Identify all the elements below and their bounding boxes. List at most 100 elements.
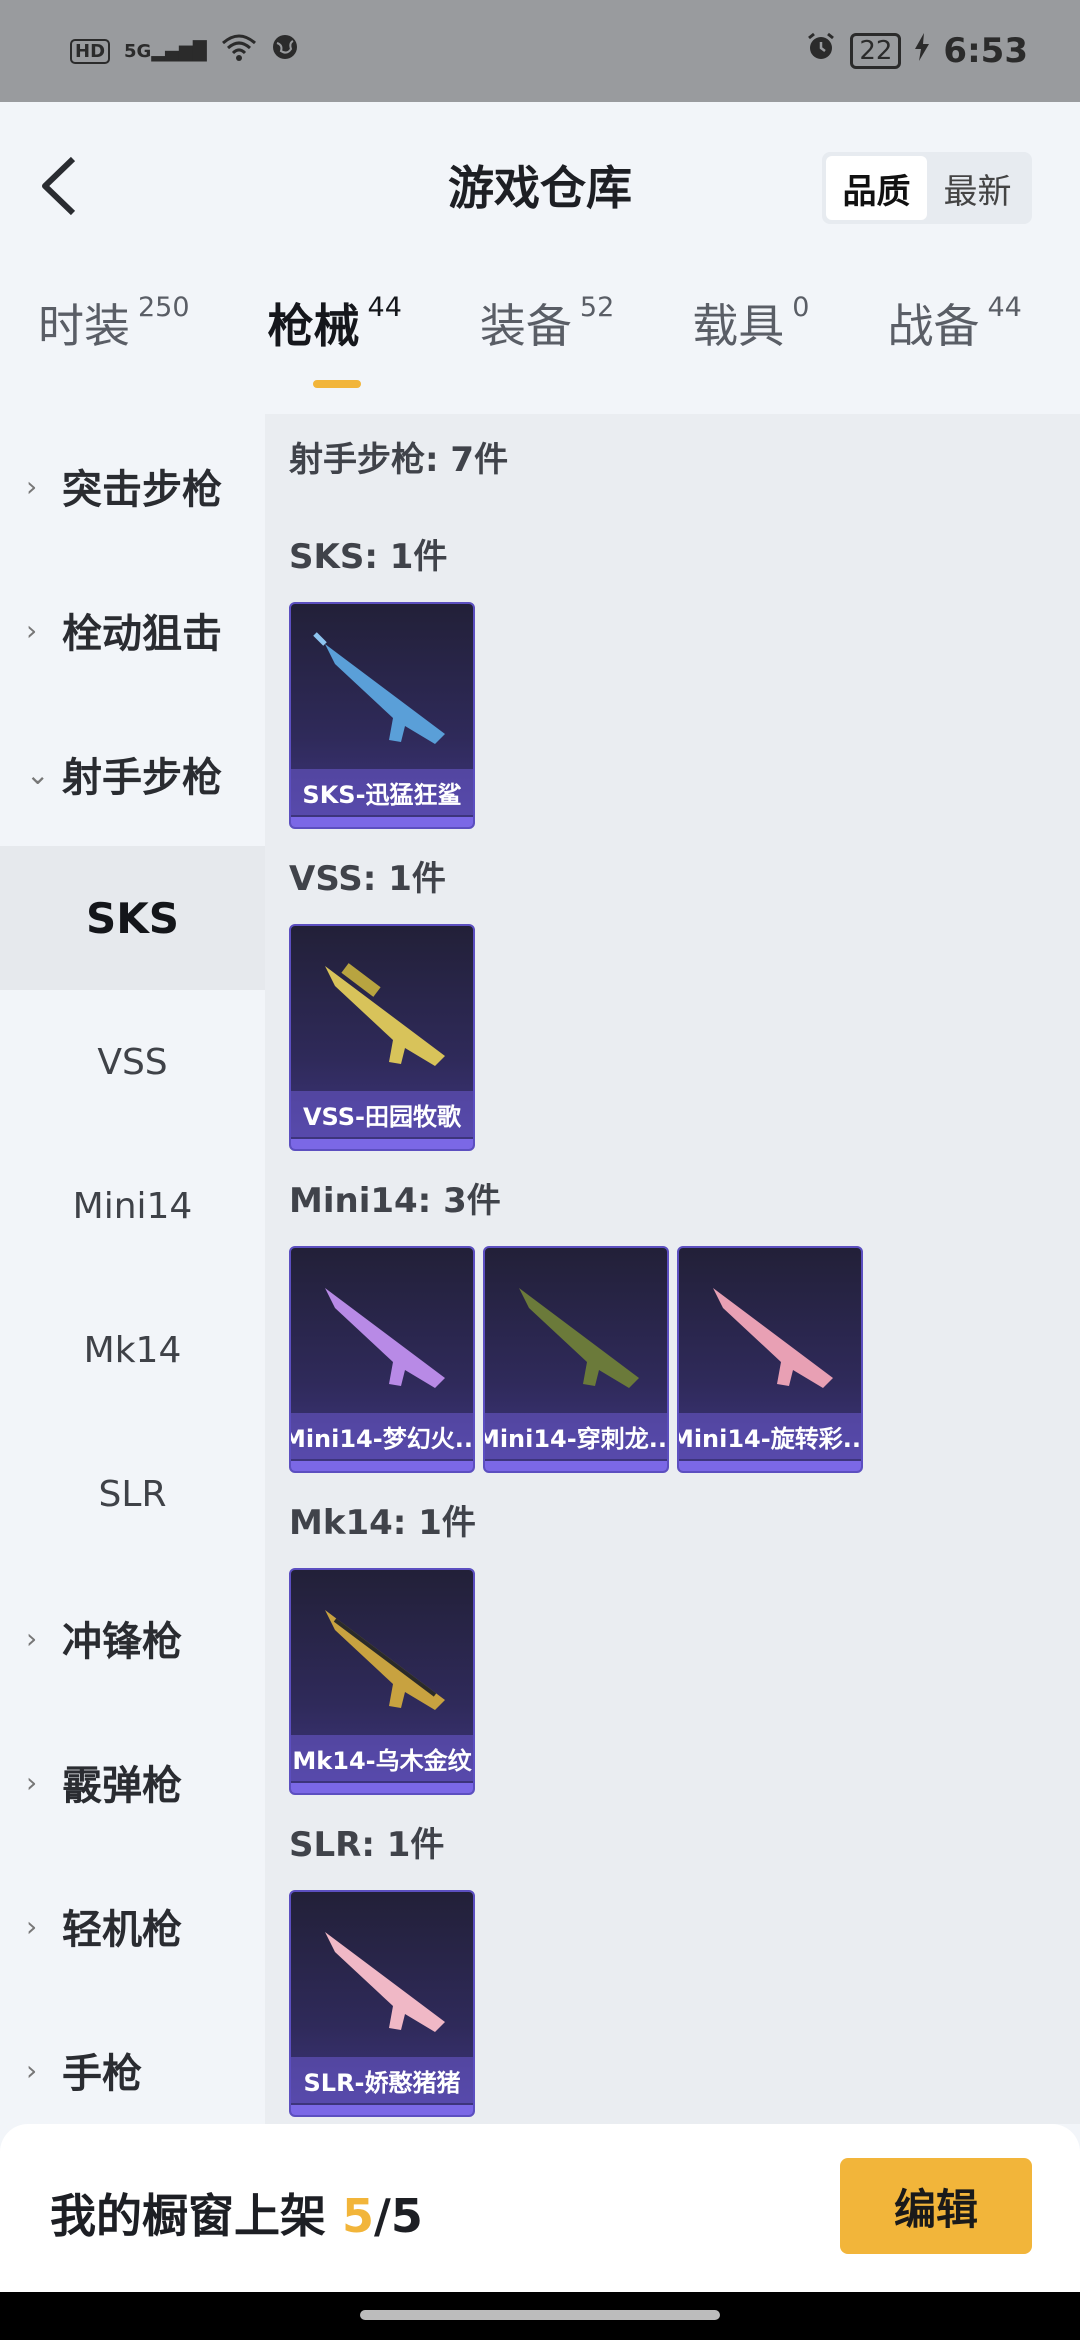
card-row: Mini14-梦幻火... Mini14-穿刺龙... Mini14-旋转彩..…	[289, 1246, 1080, 1473]
sidebar-item-pistol[interactable]: › 手枪	[0, 1998, 265, 2142]
weapon-skin-card[interactable]: VSS-田园牧歌	[289, 924, 475, 1151]
header: 游戏仓库 品质 最新	[0, 102, 1080, 272]
tab-vehicles[interactable]: 载具 0	[692, 290, 809, 356]
charging-icon	[915, 33, 930, 69]
sidebar-item-label: 手枪	[62, 2051, 142, 2097]
rifle-icon	[325, 1288, 445, 1388]
rifle-icon	[313, 632, 445, 744]
weapon-skin-card[interactable]: SKS-迅猛狂鲨	[289, 602, 475, 829]
signal-5g-icon: 5G▂▄▆█	[124, 40, 207, 62]
sidebar-subitem-mk14[interactable]: Mk14	[0, 1278, 265, 1422]
sidebar-subitem-sks[interactable]: SKS	[0, 846, 265, 990]
card-row: VSS-田园牧歌	[289, 924, 1080, 1151]
showcase-label: 我的橱窗上架	[50, 2189, 343, 2243]
sidebar-item-label: 轻机枪	[62, 1907, 182, 1953]
sidebar-subitem-vss[interactable]: VSS	[0, 990, 265, 1134]
chevron-right-icon: ›	[26, 2053, 38, 2087]
showcase-total: /5	[374, 2189, 423, 2243]
weapon-skin-card[interactable]: SLR-娇憨猪猪	[289, 1890, 475, 2117]
tab-label: 载具	[692, 299, 785, 353]
weapon-skin-name: Mini14-旋转彩...	[679, 1413, 861, 1459]
chevron-down-icon: ⌄	[26, 757, 50, 791]
weapon-skin-card[interactable]: Mini14-梦幻火...	[289, 1246, 475, 1473]
tab-label: 战备	[887, 299, 980, 353]
chevron-right-icon: ›	[26, 1909, 38, 1943]
group-title: Mk14: 1件	[289, 1503, 476, 1543]
tab-equipment[interactable]: 装备 52	[480, 290, 614, 356]
status-left: HD 5G▂▄▆█	[70, 33, 299, 69]
card-row: SLR-娇憨猪猪	[289, 1890, 1080, 2117]
hd-icon: HD	[70, 38, 111, 64]
globe-icon	[271, 33, 299, 69]
chevron-right-icon: ›	[26, 1621, 38, 1655]
sidebar-item-marksman-rifle[interactable]: ⌄ 射手步枪	[0, 702, 265, 846]
weapon-category-sidebar: › 突击步枪 › 栓动狙击 ⌄ 射手步枪 SKS VSS Mini14 Mk14…	[0, 414, 265, 2124]
weapon-skin-name: Mini14-穿刺龙...	[485, 1413, 667, 1459]
weapon-skin-card[interactable]: Mini14-旋转彩...	[677, 1246, 863, 1473]
tab-supplies[interactable]: 战备 44	[887, 290, 1021, 356]
group-title: Mini14: 3件	[289, 1181, 501, 1221]
weapon-skin-card[interactable]: Mk14-乌木金纹	[289, 1568, 475, 1795]
network-label: 5G	[124, 40, 152, 62]
sidebar-item-smg[interactable]: › 冲锋枪	[0, 1566, 265, 1710]
clock: 6:53	[943, 31, 1028, 71]
tab-count: 44	[987, 292, 1022, 323]
tab-count: 44	[367, 292, 402, 323]
alarm-icon	[806, 32, 836, 70]
tab-count: 52	[579, 292, 615, 323]
tab-fashion[interactable]: 时装 250	[38, 290, 190, 356]
weapon-skin-name: VSS-田园牧歌	[291, 1091, 473, 1137]
weapon-skin-name: Mk14-乌木金纹	[291, 1735, 473, 1781]
tab-label: 枪械	[267, 299, 360, 353]
tab-firearms[interactable]: 枪械 44	[267, 290, 402, 388]
chevron-right-icon: ›	[26, 613, 38, 647]
rifle-icon	[325, 1610, 445, 1710]
home-indicator[interactable]	[360, 2310, 720, 2320]
wifi-icon	[221, 33, 257, 69]
sidebar-item-label: 冲锋枪	[62, 1619, 182, 1665]
card-row: SKS-迅猛狂鲨	[289, 602, 1080, 829]
category-tabs: 时装 250 枪械 44 装备 52 载具 0 战备 44	[0, 290, 1080, 410]
sidebar-item-label: 栓动狙击	[62, 611, 222, 657]
showcase-status: 我的橱窗上架 5/5	[50, 2180, 423, 2246]
tab-label: 时装	[38, 299, 130, 353]
group-title: SKS: 1件	[289, 537, 448, 577]
weapon-skin-name: SLR-娇憨猪猪	[291, 2057, 473, 2103]
rifle-icon	[325, 963, 445, 1066]
sidebar-item-label: 霰弹枪	[62, 1763, 182, 1809]
weapon-skin-name: Mini14-梦幻火...	[291, 1413, 473, 1459]
chevron-right-icon: ›	[26, 469, 38, 503]
chevron-right-icon: ›	[26, 1765, 38, 1799]
sidebar-item-shotgun[interactable]: › 霰弹枪	[0, 1710, 265, 1854]
sidebar-item-lmg[interactable]: › 轻机枪	[0, 1854, 265, 1998]
weapon-list: 射手步枪: 7件 SKS: 1件 SKS-迅猛狂鲨 VSS: 1件 VSS-田园…	[265, 414, 1080, 2124]
section-title: 射手步枪: 7件	[289, 440, 509, 480]
weapon-skin-card[interactable]: Mini14-穿刺龙...	[483, 1246, 669, 1473]
card-row: Mk14-乌木金纹	[289, 1568, 1080, 1795]
bottom-bar: 我的橱窗上架 5/5 编辑	[0, 2124, 1080, 2292]
tab-count: 0	[792, 292, 810, 323]
rifle-icon	[325, 1932, 445, 2032]
sidebar-subitem-slr[interactable]: SLR	[0, 1422, 265, 1566]
active-tab-indicator	[312, 380, 361, 388]
tab-count: 250	[138, 292, 190, 323]
edit-button[interactable]: 编辑	[840, 2158, 1032, 2254]
status-right: 22 6:53	[806, 31, 1028, 71]
rifle-icon	[519, 1288, 639, 1388]
sidebar-item-label: 射手步枪	[62, 755, 222, 801]
showcase-count: 5	[342, 2189, 375, 2243]
sort-latest-button[interactable]: 最新	[927, 156, 1028, 220]
group-title: VSS: 1件	[289, 859, 446, 899]
battery-icon: 22	[850, 33, 902, 69]
rifle-icon	[713, 1288, 833, 1388]
sort-toggle: 品质 最新	[822, 152, 1032, 224]
weapon-skin-name: SKS-迅猛狂鲨	[291, 769, 473, 815]
sort-quality-button[interactable]: 品质	[826, 156, 927, 220]
sidebar-subitem-mini14[interactable]: Mini14	[0, 1134, 265, 1278]
group-title: SLR: 1件	[289, 1825, 445, 1865]
sidebar-item-bolt-sniper[interactable]: › 栓动狙击	[0, 558, 265, 702]
tab-label: 装备	[479, 299, 572, 353]
sidebar-item-assault-rifle[interactable]: › 突击步枪	[0, 414, 265, 558]
sidebar-item-label: 突击步枪	[62, 467, 222, 513]
status-bar: HD 5G▂▄▆█ 22 6:53	[0, 0, 1080, 102]
